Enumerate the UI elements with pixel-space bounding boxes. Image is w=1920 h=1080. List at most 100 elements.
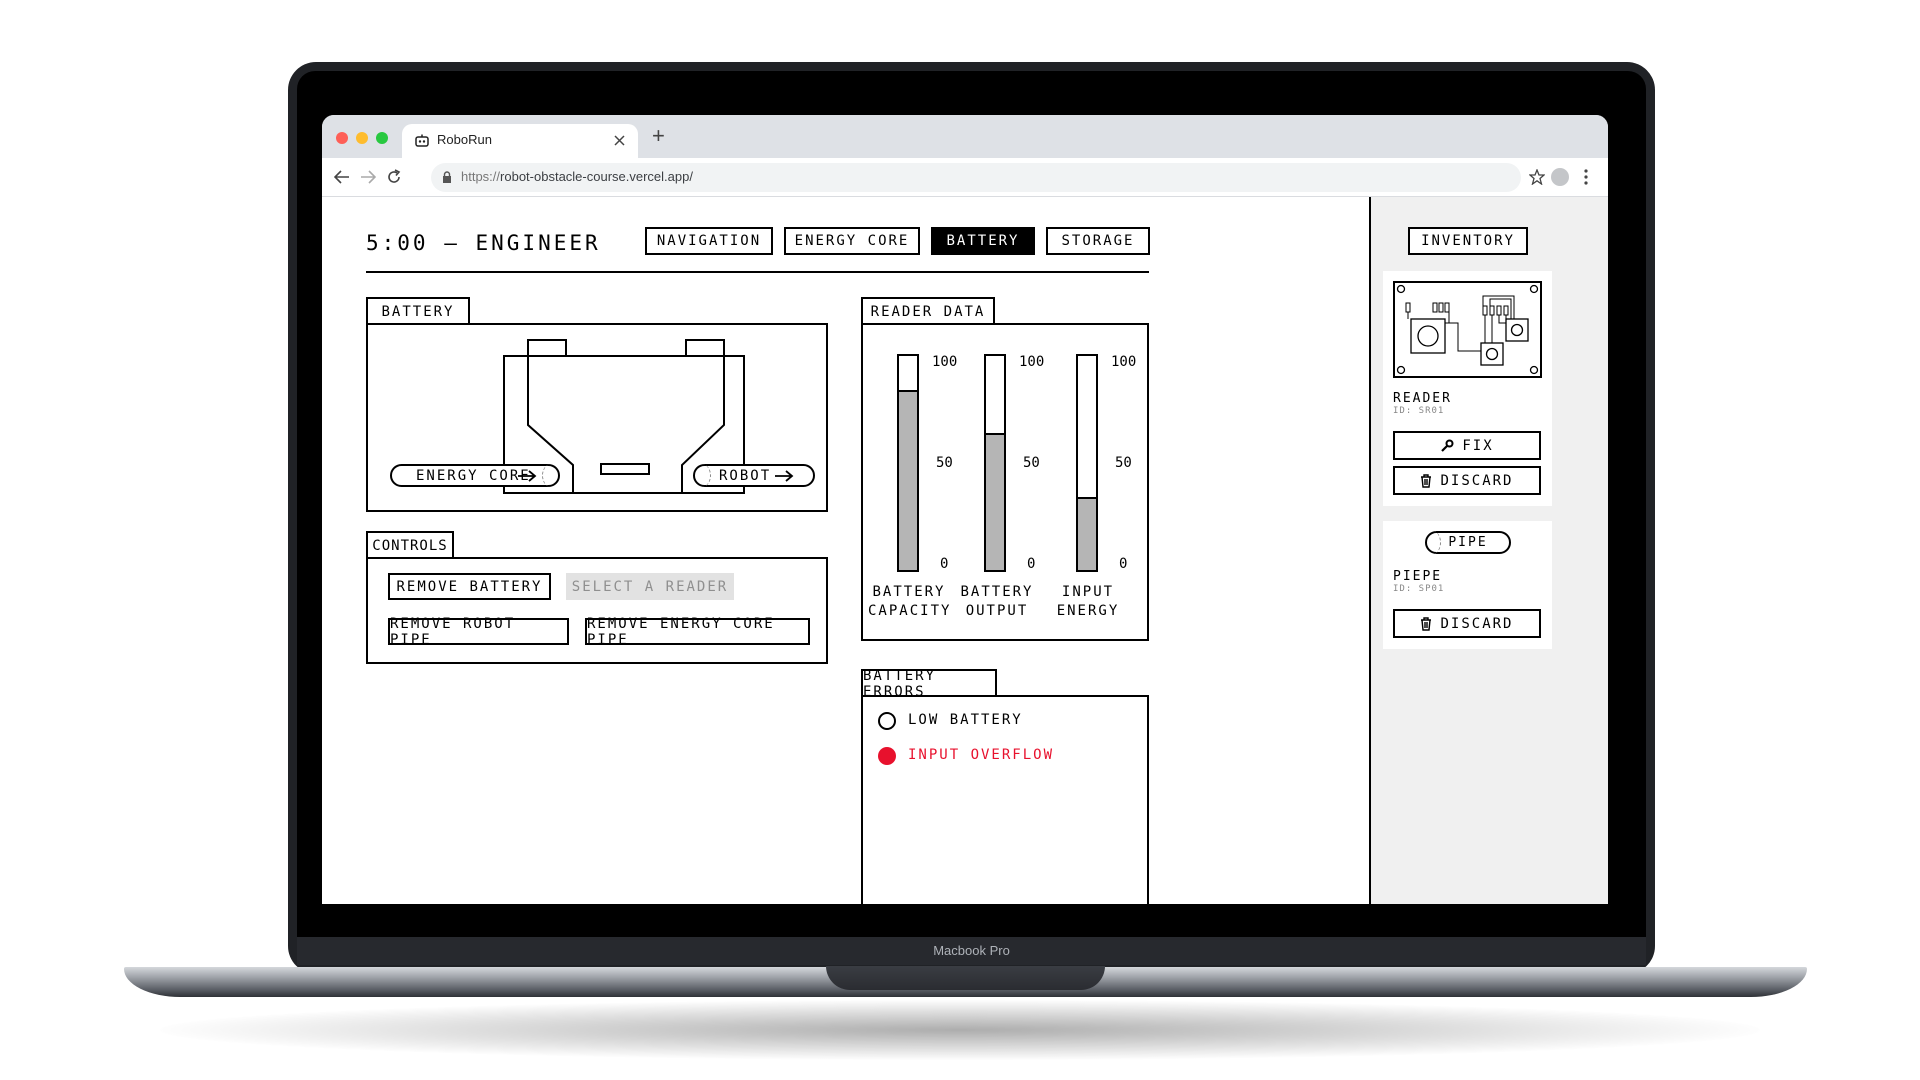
app-content: 5:00 — ENGINEER NAVIGATION ENERGY CORE B… xyxy=(322,197,1608,904)
gauge-tick-mid: 50 xyxy=(936,455,953,471)
pipe-badge-label: PIPE xyxy=(1448,535,1488,550)
label-line: BATTERY xyxy=(872,584,946,600)
page-title: 5:00 — ENGINEER xyxy=(366,231,601,255)
close-window-button[interactable] xyxy=(336,132,348,144)
new-tab-button[interactable]: + xyxy=(652,123,665,149)
gauge-tick-max: 100 xyxy=(1111,354,1137,370)
battery-capacity-fill xyxy=(899,390,917,570)
battery-panel: ENERGY CORE ROBOT xyxy=(366,323,828,512)
browser-tab[interactable]: RoboRun xyxy=(402,124,638,158)
inventory-sidebar: INVENTORY READER ID: SR01 FIX DISCARD PI… xyxy=(1369,197,1608,904)
battery-output-gauge xyxy=(984,354,1006,572)
robot-pipe[interactable]: ROBOT xyxy=(693,464,815,487)
pipe-end-cap xyxy=(1425,531,1441,554)
battery-errors-panel: LOW BATTERY INPUT OVERFLOW xyxy=(861,695,1149,904)
battery-output-label: BATTERY OUTPUT xyxy=(956,583,1038,621)
gauge-tick-min: 0 xyxy=(940,556,949,572)
input-energy-fill xyxy=(1078,497,1096,570)
bookmark-star-icon[interactable] xyxy=(1529,169,1545,185)
trash-icon xyxy=(1421,473,1432,488)
pipe-name: PIEPE xyxy=(1393,569,1443,584)
profile-avatar[interactable] xyxy=(1551,168,1569,186)
arrow-right-icon xyxy=(518,470,537,482)
remove-battery-button[interactable]: REMOVE BATTERY xyxy=(388,573,551,600)
arrow-right-icon xyxy=(775,470,794,482)
laptop-shadow xyxy=(160,1000,1760,1060)
battery-errors-panel-title: BATTERY ERRORS xyxy=(861,668,997,700)
label-line: BATTERY xyxy=(960,584,1034,600)
battery-capacity-gauge xyxy=(897,354,919,572)
url-text: https://robot-obstacle-course.vercel.app… xyxy=(461,169,693,184)
reader-id: ID: SR01 xyxy=(1393,406,1445,416)
remove-energy-core-pipe-button[interactable]: REMOVE ENERGY CORE PIPE xyxy=(585,616,810,648)
gauge-tick-max: 100 xyxy=(932,354,958,370)
reader-name: READER xyxy=(1393,391,1452,406)
wrench-icon xyxy=(1441,439,1454,452)
device-label: Macbook Pro xyxy=(933,943,1010,958)
label-line: CAPACITY xyxy=(868,603,952,619)
tab-battery[interactable]: BATTERY xyxy=(931,227,1035,255)
fix-button[interactable]: FIX xyxy=(1393,431,1541,460)
label-line: ENERGY xyxy=(1056,603,1120,619)
lock-icon xyxy=(443,171,451,183)
robot-pipe-label: ROBOT xyxy=(719,468,772,484)
controls-panel-title: CONTROLS xyxy=(366,531,454,559)
trash-icon xyxy=(1421,616,1432,631)
remove-robot-pipe-button[interactable]: REMOVE ROBOT PIPE xyxy=(388,616,569,648)
address-bar: https://robot-obstacle-course.vercel.app… xyxy=(322,158,1608,197)
url-field[interactable]: https://robot-obstacle-course.vercel.app… xyxy=(431,163,1521,192)
circuit-board-icon xyxy=(1393,281,1542,378)
discard-pipe-button[interactable]: DISCARD xyxy=(1393,609,1541,638)
battery-panel-title: BATTERY xyxy=(366,297,470,325)
robot-favicon-icon xyxy=(415,134,429,147)
back-arrow-icon[interactable] xyxy=(334,170,350,184)
input-overflow-label: INPUT OVERFLOW xyxy=(908,747,1055,763)
gauge-tick-max: 100 xyxy=(1019,354,1045,370)
pipe-end-cap xyxy=(693,464,711,487)
discard-button-label: DISCARD xyxy=(1440,472,1514,489)
inventory-item-reader[interactable]: READER ID: SR01 FIX DISCARD xyxy=(1383,271,1552,506)
tab-energy-core[interactable]: ENERGY CORE xyxy=(784,227,920,255)
forward-arrow-icon[interactable] xyxy=(360,170,376,184)
input-overflow-indicator xyxy=(878,747,896,765)
label-line: INPUT xyxy=(1061,584,1115,600)
pipe-id: ID: SP01 xyxy=(1393,584,1445,594)
more-menu-icon[interactable] xyxy=(1584,169,1588,185)
header-divider xyxy=(366,271,1149,273)
input-energy-gauge xyxy=(1076,354,1098,572)
energy-core-pipe-label: ENERGY CORE xyxy=(416,468,531,484)
energy-core-pipe[interactable]: ENERGY CORE xyxy=(390,464,560,487)
tab-navigation[interactable]: NAVIGATION xyxy=(645,227,773,255)
tab-strip: RoboRun + xyxy=(322,115,1608,158)
select-reader-button[interactable]: SELECT A READER xyxy=(566,573,734,600)
battery-output-fill xyxy=(986,433,1004,570)
battery-capacity-label: BATTERY CAPACITY xyxy=(868,583,950,621)
discard-button-label: DISCARD xyxy=(1440,615,1514,632)
maximize-window-button[interactable] xyxy=(376,132,388,144)
browser-window: RoboRun + https://robot-obstacle-course.… xyxy=(322,115,1608,904)
laptop-notch xyxy=(826,966,1105,990)
reader-data-panel-title: READER DATA xyxy=(861,297,995,325)
label-line: OUTPUT xyxy=(965,603,1029,619)
gauge-tick-mid: 50 xyxy=(1115,455,1132,471)
low-battery-indicator xyxy=(878,712,896,730)
pipe-end-cap xyxy=(542,464,560,487)
reload-icon[interactable] xyxy=(386,169,402,185)
pipe-badge: PIPE xyxy=(1425,531,1511,554)
fix-button-label: FIX xyxy=(1462,437,1494,454)
input-energy-label: INPUT ENERGY xyxy=(1047,583,1129,621)
close-tab-icon[interactable] xyxy=(614,135,625,146)
reader-data-panel: 100 50 0 BATTERY CAPACITY 100 50 0 BATTE… xyxy=(861,323,1149,641)
inventory-item-pipe[interactable]: PIPE PIEPE ID: SP01 DISCARD xyxy=(1383,521,1552,649)
discard-reader-button[interactable]: DISCARD xyxy=(1393,466,1541,495)
gauge-tick-min: 0 xyxy=(1027,556,1036,572)
low-battery-label: LOW BATTERY xyxy=(908,712,1023,728)
gauge-tick-mid: 50 xyxy=(1023,455,1040,471)
inventory-button[interactable]: INVENTORY xyxy=(1408,227,1528,255)
url-scheme: https:// xyxy=(461,169,501,184)
tab-storage[interactable]: STORAGE xyxy=(1046,227,1150,255)
gauge-tick-min: 0 xyxy=(1119,556,1128,572)
url-host: robot-obstacle-course.vercel.app/ xyxy=(500,169,693,184)
tab-title: RoboRun xyxy=(437,132,492,147)
minimize-window-button[interactable] xyxy=(356,132,368,144)
